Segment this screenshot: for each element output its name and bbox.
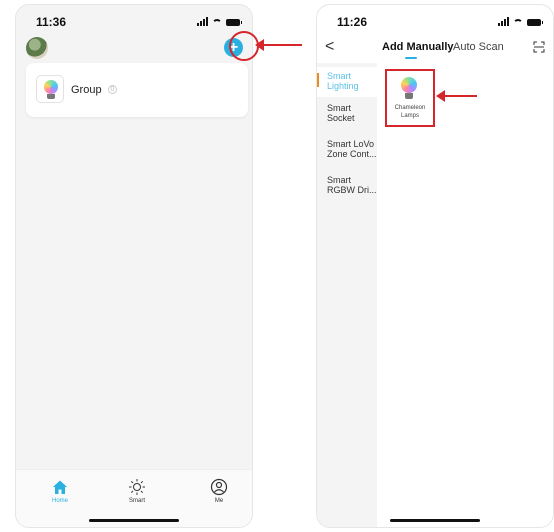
sun-icon [129, 479, 145, 495]
arrow-pointer-icon [255, 39, 302, 51]
sidebar-item-smart-rgbw[interactable]: Smart RGBW Dri... [317, 175, 377, 203]
status-icons [197, 17, 242, 26]
wifi-icon [513, 19, 523, 26]
battery-icon [226, 19, 242, 26]
home-indicator [390, 519, 480, 522]
tab-home-label: Home [51, 498, 68, 504]
signal-icon [197, 17, 208, 26]
arrow-pointer-icon [436, 90, 477, 102]
sidebar-item-smart-socket[interactable]: Smart Socket [317, 103, 377, 131]
home-icon [53, 480, 67, 494]
signal-icon [498, 17, 509, 26]
device-tile-chameleon-lamps[interactable]: Chameleon Lamps [385, 69, 435, 127]
bulb-icon [36, 75, 64, 103]
person-icon [210, 478, 228, 496]
status-icons [498, 17, 543, 26]
home-indicator [89, 519, 179, 522]
wifi-icon [212, 19, 222, 26]
group-card[interactable]: Group 0 [26, 63, 248, 117]
device-label: Chameleon Lamps [394, 105, 426, 119]
bottom-tab-bar: Home Smart Me [16, 469, 252, 527]
avatar[interactable] [26, 37, 48, 59]
group-label: Group [71, 84, 102, 96]
status-bar: 11:26 [317, 5, 553, 35]
sidebar-item-smart-lovo[interactable]: Smart LoVo Zone Cont... [317, 139, 377, 167]
bulb-icon [401, 77, 417, 93]
tab-me[interactable]: Me [194, 478, 244, 504]
tab-auto-scan[interactable]: Auto Scan [453, 41, 504, 53]
status-bar: 11:36 [16, 5, 252, 35]
status-time: 11:36 [36, 15, 67, 29]
home-screen-phone: 11:36 + Group 0 Home Smart Me [15, 4, 253, 528]
add-device-phone: 11:26 < Add Manually Auto Scan Smart Lig… [316, 4, 554, 528]
tab-home[interactable]: Home [35, 478, 85, 504]
tab-smart[interactable]: Smart [112, 478, 162, 504]
tab-add-manually[interactable]: Add Manually [382, 41, 454, 53]
category-sidebar: Smart Lighting Smart Socket Smart LoVo Z… [317, 63, 377, 527]
active-tab-underline [405, 57, 417, 59]
tab-smart-label: Smart [128, 498, 145, 504]
status-time: 11:26 [337, 15, 368, 29]
battery-icon [527, 19, 543, 26]
sidebar-item-smart-lighting[interactable]: Smart Lighting [317, 67, 377, 97]
scan-icon[interactable] [533, 41, 545, 53]
group-count-badge: 0 [108, 85, 117, 94]
tab-me-label: Me [214, 498, 224, 504]
back-button[interactable]: < [325, 39, 334, 55]
